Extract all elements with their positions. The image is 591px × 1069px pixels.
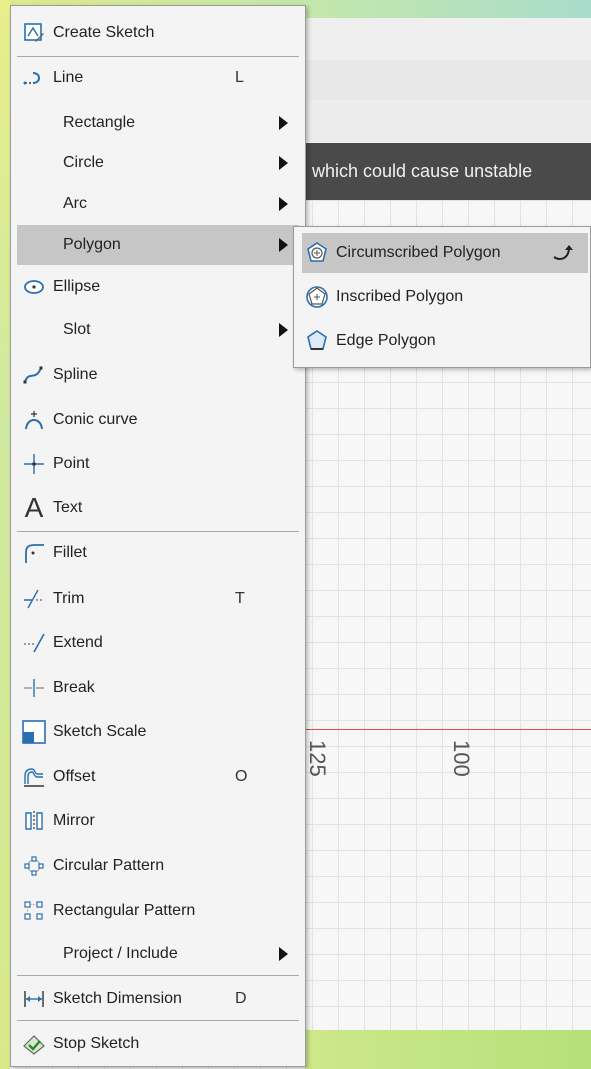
menu-item-circular-pattern[interactable]: Circular Pattern (17, 846, 299, 886)
menu-item-line[interactable]: Line L (17, 58, 299, 98)
menu-item-spline[interactable]: Spline (17, 355, 299, 395)
ruler-label-100: 100 (449, 740, 474, 777)
menu-separator (17, 56, 299, 57)
chevron-right-icon (279, 238, 288, 252)
shortcut-sketch-dimension: D (235, 990, 247, 1007)
offset-icon (21, 764, 47, 790)
submenu-item-edge-polygon[interactable]: Edge Polygon (302, 321, 588, 361)
menu-item-sketch-dimension[interactable]: Sketch Dimension D (17, 979, 299, 1019)
stop-sketch-icon (21, 1031, 47, 1057)
submenu-item-inscribed-polygon[interactable]: Inscribed Polygon (302, 277, 588, 317)
chevron-right-icon (279, 197, 288, 211)
chevron-right-icon (279, 156, 288, 170)
menu-item-text[interactable]: A Text (17, 488, 299, 528)
menu-item-conic-curve[interactable]: Conic curve (17, 400, 299, 440)
menu-item-trim[interactable]: Trim T (17, 579, 299, 619)
menu-item-rectangle[interactable]: Rectangle (17, 103, 299, 143)
circumscribed-polygon-icon (304, 240, 330, 266)
menu-separator (17, 531, 299, 532)
break-icon (21, 675, 47, 701)
chevron-right-icon (279, 323, 288, 337)
sketch-context-menu: Create Sketch Line L Rectangle Circle Ar… (10, 5, 306, 1067)
return-arrow-icon (552, 243, 574, 268)
chevron-right-icon (279, 947, 288, 961)
menu-item-arc[interactable]: Arc (17, 184, 299, 224)
trim-icon (21, 586, 47, 612)
conic-curve-icon (21, 407, 47, 433)
inscribed-polygon-icon (304, 284, 330, 310)
menu-item-rectangular-pattern[interactable]: Rectangular Pattern (17, 891, 299, 931)
menu-item-circle[interactable]: Circle (17, 143, 299, 183)
menu-item-slot[interactable]: Slot (17, 310, 299, 350)
circular-pattern-icon (21, 853, 47, 879)
menu-separator (17, 975, 299, 976)
text-icon: A (24, 492, 44, 523)
line-icon (21, 65, 47, 91)
menu-item-stop-sketch[interactable]: Stop Sketch (17, 1024, 299, 1064)
fillet-icon (21, 540, 47, 566)
menu-item-offset[interactable]: Offset O (17, 757, 299, 797)
window-bottom-strip (305, 1030, 591, 1069)
sketch-scale-icon (21, 719, 47, 745)
menu-item-create-sketch[interactable]: Create Sketch (17, 13, 299, 53)
polygon-submenu: Circumscribed Polygon Inscribed Polygon … (293, 226, 591, 368)
menu-item-point[interactable]: Point (17, 444, 299, 484)
shortcut-line: L (235, 69, 244, 86)
menu-item-ellipse[interactable]: Ellipse (17, 267, 299, 307)
chevron-right-icon (279, 116, 288, 130)
menu-item-break[interactable]: Break (17, 668, 299, 708)
ruler-label-125: 125 (305, 740, 330, 777)
submenu-item-circumscribed-polygon[interactable]: Circumscribed Polygon (302, 233, 588, 273)
rectangular-pattern-icon (21, 898, 47, 924)
extend-icon (21, 630, 47, 656)
shortcut-trim: T (235, 590, 245, 607)
edge-polygon-icon (304, 328, 330, 354)
menu-item-fillet[interactable]: Fillet (17, 533, 299, 573)
menu-separator (17, 1020, 299, 1021)
menu-item-sketch-scale[interactable]: Sketch Scale (17, 712, 299, 752)
shortcut-offset: O (235, 768, 248, 785)
create-sketch-icon (21, 20, 47, 46)
menu-item-project-include[interactable]: Project / Include (17, 934, 299, 974)
menu-item-polygon[interactable]: Polygon (17, 225, 299, 265)
sketch-dimension-icon (21, 986, 47, 1012)
spline-icon (21, 362, 47, 388)
menu-item-extend[interactable]: Extend (17, 623, 299, 663)
menu-item-mirror[interactable]: Mirror (17, 801, 299, 841)
window-left-edge (0, 0, 10, 1069)
ellipse-icon (21, 274, 47, 300)
point-icon (21, 451, 47, 477)
mirror-icon (21, 808, 47, 834)
